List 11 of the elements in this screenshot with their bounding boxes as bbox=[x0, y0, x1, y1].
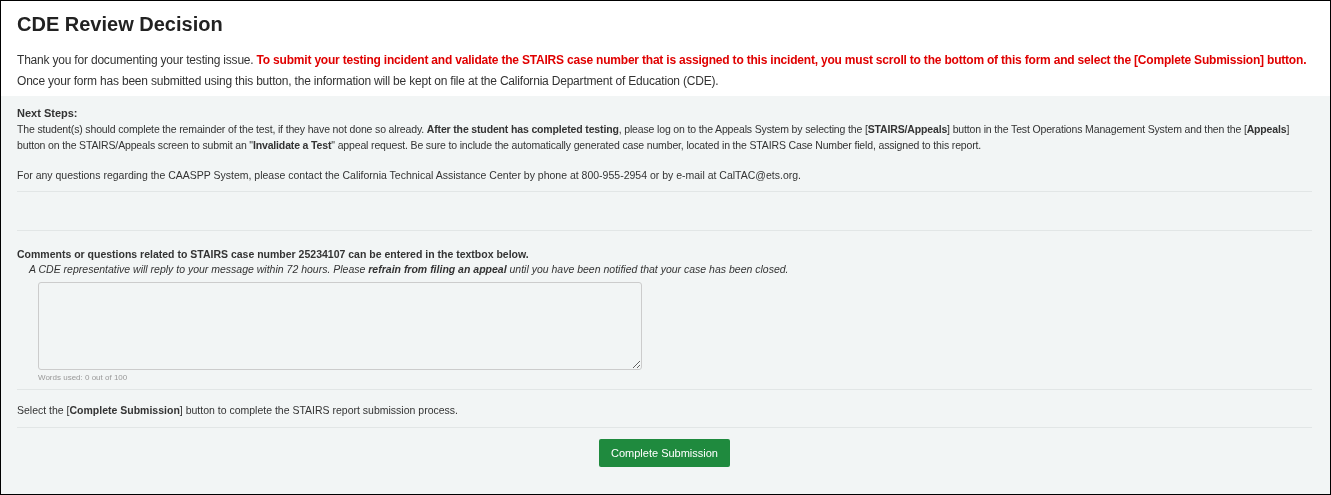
submit-instruction: Select the [Complete Submission] button to complete the STAIRS report submission process. bbox=[17, 403, 459, 417]
section-heading: Next Steps: bbox=[17, 106, 79, 120]
instructions-paragraph: The student(s) should complete the remainder of the test, if they have not done so already. After the student has completed testing, please log on to the Appeals System by selecting the [STAIRS/Appeals] button in the Test Operations Management System and then the [Appeals] button on the STAIRS/Appeals screen to submit an "Invalidate a Test" appeal request. Be sure to include the automatically generated case number, located in the STAIRS Case Number field, assigned to this report. bbox=[17, 122, 1291, 153]
comments-note: A CDE representative will reply to your message within 72 hours. Please refrain from filing an appeal until you have been notified that your case has been closed. bbox=[29, 262, 790, 276]
intro-paragraph: Thank you for documenting your testing issue. To submit your testing incident and validate the STAIRS case number that is assigned to this incident, you must scroll to the bottom of this form and select the [Complete Submission] button. Once your form has been submitted using this button, the information will be kept on file at the California Department of Education (CDE). bbox=[16, 52, 1308, 90]
page-title: CDE Review Decision bbox=[17, 12, 224, 36]
comment-textbox[interactable] bbox=[38, 282, 642, 370]
contact-paragraph: For any questions regarding the CAASPP System, please contact the California Technical Assistance Center by phone at 800-955-2954 or by e-mail at CalTAC@ets.org. bbox=[17, 168, 802, 183]
complete-submission-button[interactable]: Complete Submission bbox=[599, 439, 730, 467]
comments-heading: Comments or questions related to STAIRS case number 25234107 can be entered in the textbox below. bbox=[17, 247, 530, 261]
word-count: Words used: 0 out of 100 bbox=[38, 373, 129, 383]
